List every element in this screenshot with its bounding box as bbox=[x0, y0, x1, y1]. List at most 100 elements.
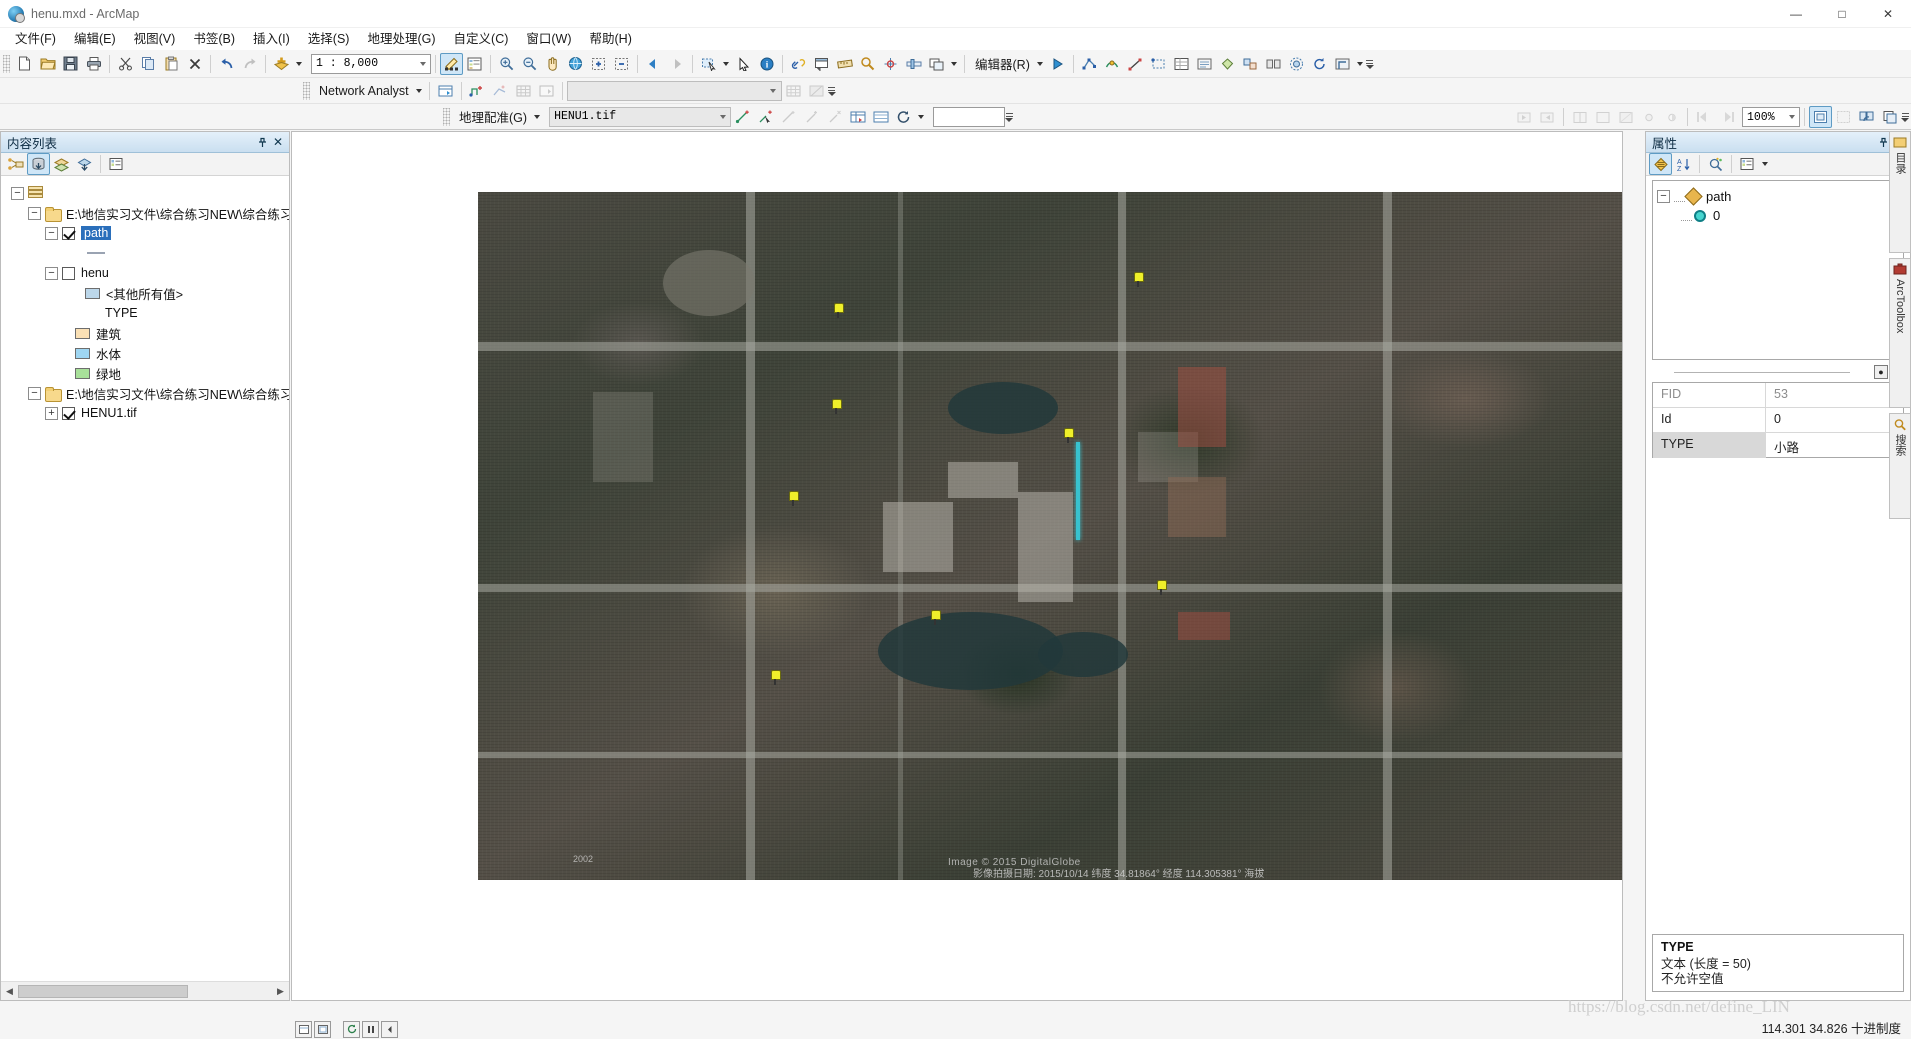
solve-icon[interactable] bbox=[512, 80, 535, 102]
page-layout-icon[interactable] bbox=[1809, 106, 1832, 128]
effects-back-icon[interactable] bbox=[1692, 106, 1715, 128]
network-analyst-window-icon[interactable] bbox=[434, 80, 457, 102]
fixed-zoom-out-icon[interactable] bbox=[610, 53, 633, 75]
effects-contrast-icon[interactable] bbox=[1660, 106, 1683, 128]
rotate-icon[interactable] bbox=[892, 106, 915, 128]
select-route-icon[interactable] bbox=[489, 80, 512, 102]
attr-feature-0[interactable]: 0 bbox=[1657, 206, 1899, 225]
effects-flicker-icon[interactable] bbox=[1591, 106, 1614, 128]
menu-edit[interactable]: 编辑(E) bbox=[65, 29, 125, 49]
trace-icon[interactable] bbox=[1101, 53, 1124, 75]
editor-menu-label[interactable]: 编辑器(R) bbox=[969, 54, 1034, 73]
delete-links-icon[interactable] bbox=[823, 106, 846, 128]
go-to-xy-icon[interactable] bbox=[879, 53, 902, 75]
network-analyst-menu-label[interactable]: Network Analyst bbox=[313, 84, 413, 98]
attributes-splitter[interactable]: ● I bbox=[1652, 364, 1904, 380]
attr-layer-path[interactable]: − path bbox=[1657, 187, 1899, 206]
toc-layer-henu1-checkbox[interactable] bbox=[62, 407, 75, 420]
rotate-dropdown[interactable] bbox=[915, 106, 927, 128]
rotation-angle-input[interactable] bbox=[933, 107, 1005, 127]
attr-row-type-value[interactable]: 小路 bbox=[1766, 433, 1903, 458]
attributes-grid[interactable]: FID 53 Id 0 TYPE 小路 bbox=[1652, 382, 1904, 458]
network-identify-icon[interactable] bbox=[805, 80, 828, 102]
back-extent-icon[interactable] bbox=[642, 53, 665, 75]
attr-row-id[interactable]: Id 0 bbox=[1653, 408, 1903, 433]
menu-windows[interactable]: 窗口(W) bbox=[517, 29, 580, 49]
zoom-out-icon[interactable] bbox=[518, 53, 541, 75]
sketch-properties-icon[interactable] bbox=[1193, 53, 1216, 75]
side-tab-catalog[interactable]: 目录 bbox=[1889, 131, 1911, 253]
copy-icon[interactable] bbox=[137, 53, 160, 75]
swatch-green[interactable] bbox=[75, 368, 90, 379]
measure-icon[interactable] bbox=[833, 53, 856, 75]
swatch-building[interactable] bbox=[75, 328, 90, 339]
toc-scroll-left-arrow[interactable]: ◀ bbox=[1, 983, 18, 1000]
show-selected-icon[interactable] bbox=[1649, 153, 1672, 175]
create-location-icon[interactable] bbox=[466, 80, 489, 102]
full-extent-globe-icon[interactable] bbox=[564, 53, 587, 75]
toc-folder-1-expander[interactable]: − bbox=[28, 207, 41, 220]
zoom-percent-dropdown-arrow[interactable] bbox=[1784, 108, 1799, 126]
select-arrow-icon[interactable] bbox=[732, 53, 755, 75]
attr-layer-expander[interactable]: − bbox=[1657, 190, 1670, 203]
auto-register2-icon[interactable] bbox=[800, 106, 823, 128]
edit-vertices-icon[interactable] bbox=[1078, 53, 1101, 75]
find-icon[interactable] bbox=[856, 53, 879, 75]
effects-forward-icon[interactable] bbox=[1715, 106, 1738, 128]
add-data-dropdown[interactable] bbox=[293, 53, 305, 75]
copy-map-icon[interactable] bbox=[1855, 106, 1878, 128]
toc-folder-1[interactable]: − E:\地信实习文件\综合练习NEW\综合练习 bbox=[9, 203, 289, 223]
time-slider-icon[interactable] bbox=[902, 53, 925, 75]
menu-selection[interactable]: 选择(S) bbox=[299, 29, 359, 49]
toc-symbol-building[interactable]: 建筑 bbox=[9, 323, 289, 343]
build-network-icon[interactable] bbox=[782, 80, 805, 102]
menu-geoprocessing[interactable]: 地理处理(G) bbox=[358, 29, 444, 49]
swatch-other-values[interactable] bbox=[85, 288, 100, 299]
toc-tree[interactable]: − − E:\地信实习文件\综合练习NEW\综合练习 − bbox=[1, 177, 289, 980]
toc-root-layers[interactable]: − bbox=[9, 183, 289, 203]
forward-extent-icon[interactable] bbox=[665, 53, 688, 75]
list-by-drawing-order-icon[interactable] bbox=[4, 153, 27, 175]
effects-transparency-icon[interactable] bbox=[1614, 106, 1637, 128]
toc-scroll-thumb[interactable] bbox=[18, 985, 188, 998]
side-tab-arctoolbox[interactable]: ArcToolbox bbox=[1889, 258, 1911, 408]
editor-more-dropdown[interactable] bbox=[1354, 53, 1366, 75]
side-tab-search[interactable]: 搜索 bbox=[1889, 413, 1911, 519]
map-canvas[interactable]: Image © 2015 DigitalGlobe 2002 影像拍摄日期: 2… bbox=[292, 132, 1622, 1000]
toc-layer-path-expander[interactable]: − bbox=[45, 227, 58, 240]
menu-view[interactable]: 视图(V) bbox=[125, 29, 185, 49]
zoom-percent-combo[interactable]: 100% bbox=[1742, 107, 1800, 127]
georeferencing-menu-label[interactable]: 地理配准(G) bbox=[453, 107, 531, 126]
rotate-tool-icon[interactable] bbox=[1308, 53, 1331, 75]
toc-symbol-water[interactable]: 水体 bbox=[9, 343, 289, 363]
sketch-tool-icon[interactable] bbox=[1046, 53, 1069, 75]
toc-layer-henu[interactable]: − henu bbox=[9, 263, 289, 283]
open-folder-icon[interactable] bbox=[36, 53, 59, 75]
attr-row-type[interactable]: TYPE 小路 bbox=[1653, 433, 1903, 458]
toolbar-grip[interactable] bbox=[3, 55, 10, 73]
edit-tool-icon[interactable] bbox=[440, 53, 463, 75]
identify-icon[interactable]: i bbox=[755, 53, 778, 75]
attributes-grid-toggle-icon[interactable]: ● bbox=[1874, 365, 1888, 379]
swatch-water[interactable] bbox=[75, 348, 90, 359]
network-toolbar-grip[interactable] bbox=[303, 82, 310, 100]
add-control-points-icon[interactable] bbox=[731, 106, 754, 128]
effects-swipe-icon[interactable] bbox=[1568, 106, 1591, 128]
select-features-dropdown[interactable] bbox=[720, 53, 732, 75]
attr-row-id-value[interactable]: 0 bbox=[1766, 408, 1903, 432]
new-document-icon[interactable] bbox=[13, 53, 36, 75]
toc-layer-henu1-expander[interactable]: + bbox=[45, 407, 58, 420]
effects-brightness-icon[interactable] bbox=[1637, 106, 1660, 128]
network-dataset-combo[interactable] bbox=[567, 81, 782, 101]
hyperlink-icon[interactable] bbox=[787, 53, 810, 75]
georef-toolbar-grip[interactable] bbox=[443, 108, 450, 126]
minimize-button[interactable]: — bbox=[1773, 0, 1819, 28]
split-icon[interactable] bbox=[1262, 53, 1285, 75]
link-table-icon[interactable] bbox=[846, 106, 869, 128]
georef-table-icon[interactable] bbox=[869, 106, 892, 128]
cut-scissors-icon[interactable] bbox=[114, 53, 137, 75]
merge-icon[interactable] bbox=[1239, 53, 1262, 75]
map-view[interactable]: Image © 2015 DigitalGlobe 2002 影像拍摄日期: 2… bbox=[291, 131, 1623, 1001]
construction-tool-icon[interactable] bbox=[1147, 53, 1170, 75]
list-by-source-icon[interactable] bbox=[27, 153, 50, 175]
